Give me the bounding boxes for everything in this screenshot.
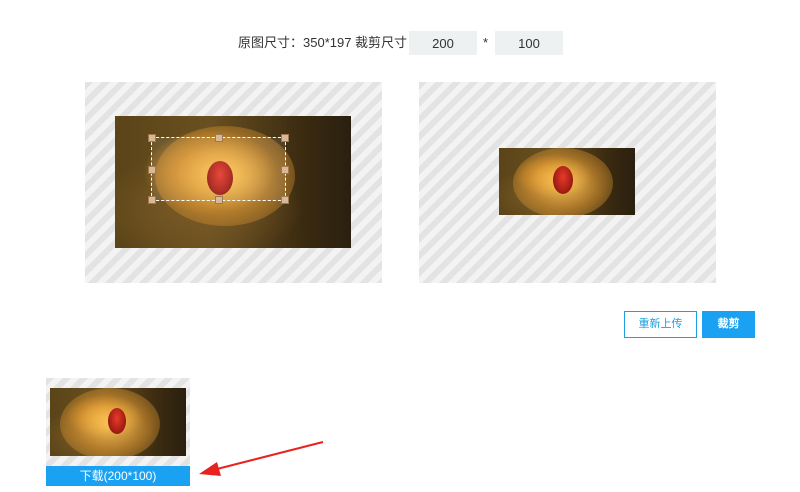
crop-height-input[interactable] [495, 31, 563, 55]
crop-handle-bottom-right[interactable] [281, 196, 289, 204]
crop-handle-bottom[interactable] [215, 196, 223, 204]
crop-width-input[interactable] [409, 31, 477, 55]
crop-handle-top-left[interactable] [148, 134, 156, 142]
crop-handle-top[interactable] [215, 134, 223, 142]
crop-handle-left[interactable] [148, 166, 156, 174]
source-image-panel [85, 82, 382, 283]
annotation-arrow-icon [199, 441, 324, 476]
crop-selection[interactable] [148, 134, 289, 204]
result-image [50, 388, 186, 456]
preview-image [499, 148, 635, 215]
original-size-label: 原图尺寸：350*197 [238, 35, 352, 50]
result-thumbnail-panel [46, 378, 190, 466]
size-separator: * [483, 35, 489, 50]
reupload-button[interactable]: 重新上传 [624, 311, 697, 338]
crop-button[interactable]: 裁剪 [702, 311, 755, 338]
preview-panel [419, 82, 716, 283]
crop-handle-right[interactable] [281, 166, 289, 174]
crop-handle-top-right[interactable] [281, 134, 289, 142]
crop-handle-bottom-left[interactable] [148, 196, 156, 204]
download-button[interactable]: 下载(200*100) [46, 466, 190, 486]
